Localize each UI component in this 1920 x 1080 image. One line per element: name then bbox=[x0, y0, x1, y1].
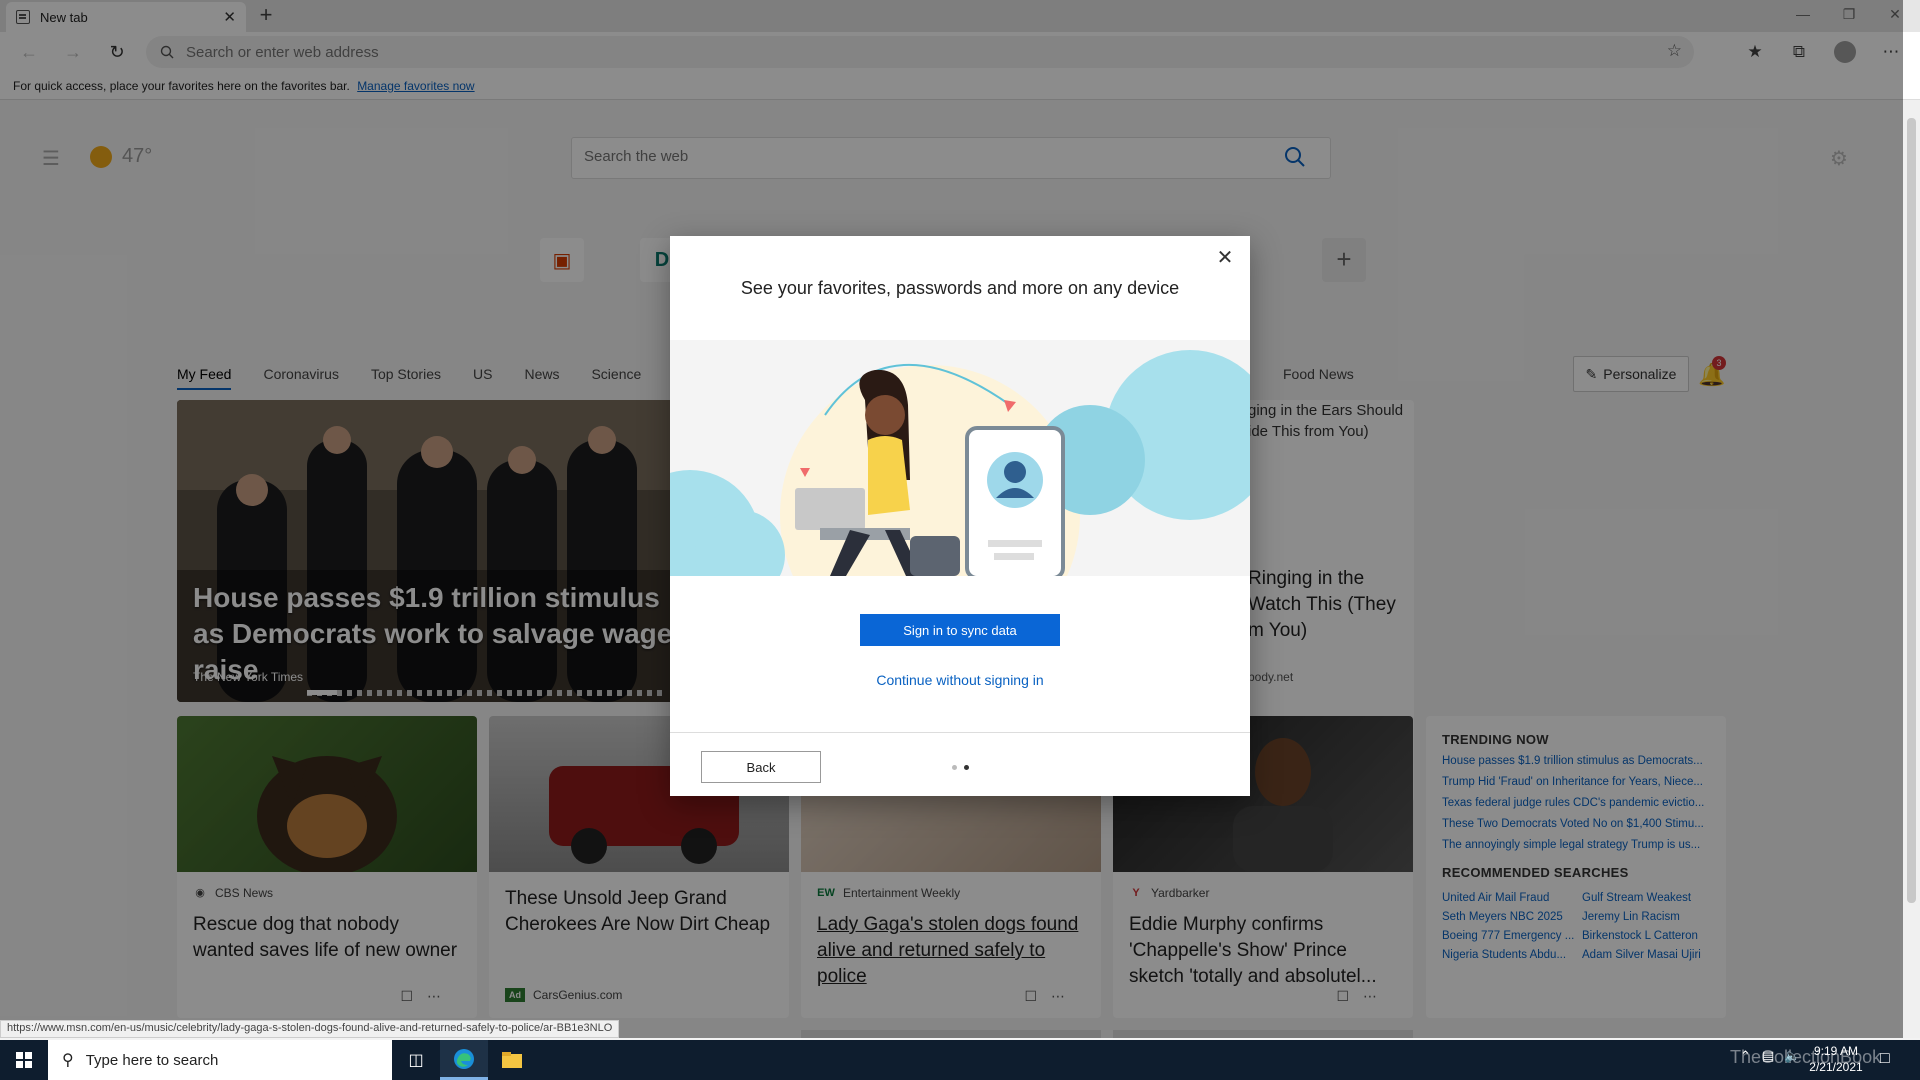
network-icon[interactable]: ▤ bbox=[1762, 1048, 1774, 1064]
clock[interactable]: 9:19 AM 2/21/2021 bbox=[1800, 1043, 1872, 1075]
scrollbar-thumb[interactable] bbox=[1907, 118, 1916, 903]
taskbar-search-placeholder: Type here to search bbox=[85, 1051, 219, 1069]
step-dot-active bbox=[964, 765, 969, 770]
dialog-title: See your favorites, passwords and more o… bbox=[740, 278, 1180, 298]
sign-in-sync-button[interactable]: Sign in to sync data bbox=[860, 614, 1060, 646]
action-center-icon[interactable]: □ bbox=[1880, 1050, 1890, 1068]
dialog-footer: Back bbox=[670, 732, 1250, 796]
windows-start-icon[interactable] bbox=[0, 1040, 48, 1080]
status-bar-url: https://www.msn.com/en-us/music/celebrit… bbox=[0, 1020, 620, 1038]
close-icon[interactable]: ✕ bbox=[1214, 248, 1236, 270]
sync-dialog: ✕ See your favorites, passwords and more… bbox=[670, 236, 1250, 796]
edge-browser-icon[interactable] bbox=[440, 1040, 488, 1080]
clock-date: 2/21/2021 bbox=[1809, 1060, 1863, 1074]
tray-chevron-icon[interactable]: ⌃ bbox=[1740, 1048, 1751, 1064]
step-indicator bbox=[952, 765, 969, 770]
sync-illustration bbox=[670, 340, 1250, 576]
back-button[interactable]: Back bbox=[701, 751, 821, 783]
taskbar-search[interactable]: ⚲ Type here to search bbox=[48, 1040, 392, 1080]
file-explorer-icon[interactable] bbox=[488, 1040, 536, 1080]
search-icon: ⚲ bbox=[62, 1052, 74, 1069]
page-scrollbar[interactable] bbox=[1903, 100, 1920, 1038]
volume-icon[interactable]: 🔈 bbox=[1784, 1048, 1800, 1064]
step-dot bbox=[952, 765, 957, 770]
clock-time: 9:19 AM bbox=[1813, 1044, 1859, 1058]
task-view-icon[interactable]: ◫ bbox=[392, 1040, 440, 1080]
taskbar: ⚲ Type here to search ◫ TheCollectionBoo… bbox=[0, 1040, 1920, 1080]
continue-without-signing-in-link[interactable]: Continue without signing in bbox=[670, 672, 1250, 688]
